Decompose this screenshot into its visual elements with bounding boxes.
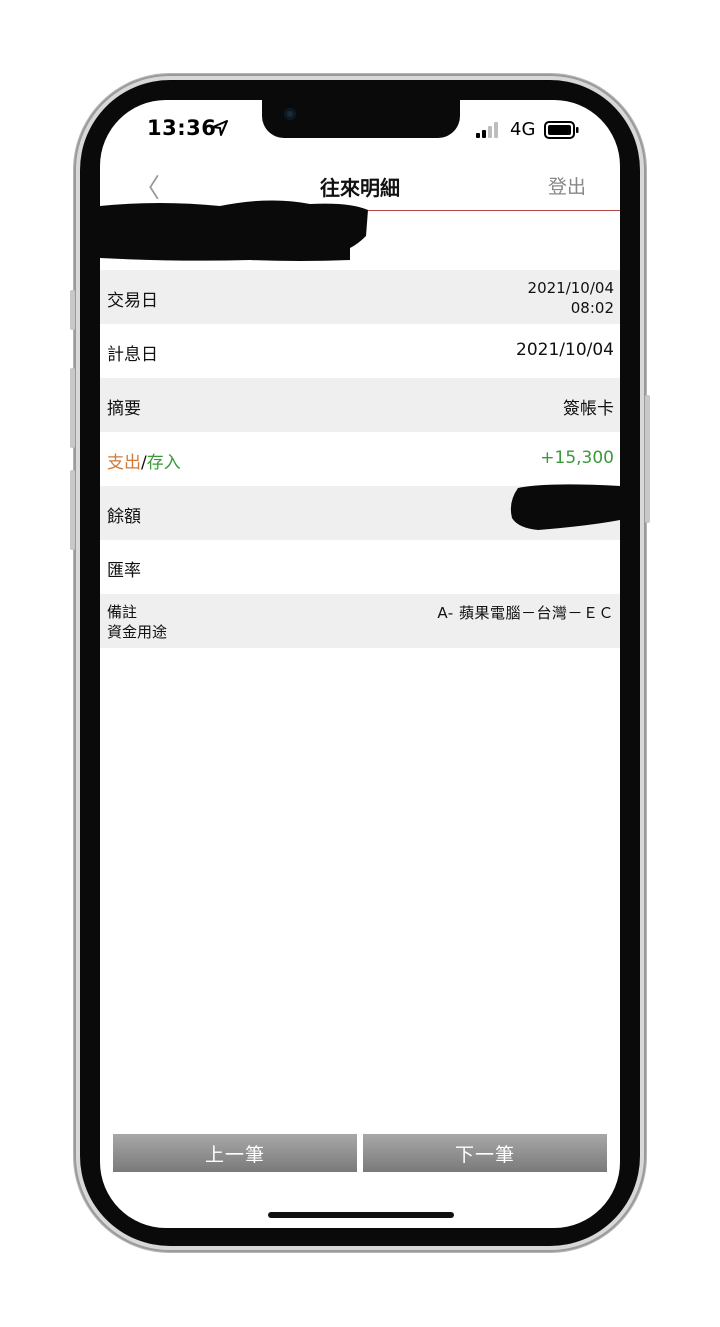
redaction-mark: [510, 484, 620, 530]
exchange-rate-label: 匯率: [107, 561, 141, 581]
balance-label: 餘額: [107, 507, 141, 527]
deposit-label: 存入: [146, 453, 181, 473]
row-exchange-rate: 匯率: [100, 540, 620, 594]
summary-label: 摘要: [107, 399, 141, 419]
direction-label: 支出/存入: [107, 448, 181, 473]
row-trade-date: 交易日 2021/10/04 08:02: [100, 270, 620, 324]
volume-down-button: [70, 470, 75, 550]
summary-value: 簽帳卡: [563, 399, 614, 419]
network-label: 4G: [510, 119, 536, 140]
row-amount: 支出/存入 +15,300: [100, 432, 620, 486]
trade-time: 08:02: [570, 299, 614, 317]
detail-list: 交易日 2021/10/04 08:02 計息日 2021/10/04 摘要 簽…: [100, 270, 620, 648]
next-record-button[interactable]: 下一筆: [363, 1134, 607, 1172]
row-balance: 餘額: [100, 484, 620, 540]
status-time: 13:36: [147, 116, 217, 140]
note-label: 備註: [107, 603, 138, 621]
previous-record-button[interactable]: 上一筆: [113, 1134, 357, 1172]
row-note: 備註 資金用途 A- 蘋果電腦－台灣－ＥＣ: [100, 594, 620, 648]
row-summary: 摘要 簽帳卡: [100, 378, 620, 432]
battery-icon: [544, 121, 579, 139]
silent-switch: [70, 290, 75, 330]
logout-button[interactable]: 登出: [548, 172, 586, 199]
location-arrow-icon: [212, 120, 228, 136]
signal-bars-icon: [476, 122, 498, 138]
trade-date-value: 2021/10/04 08:02: [528, 278, 614, 318]
note-value: A- 蘋果電腦－台灣－ＥＣ: [437, 604, 614, 622]
trade-date: 2021/10/04: [527, 279, 614, 297]
volume-up-button: [70, 368, 75, 448]
redaction-mark: [100, 200, 368, 261]
home-indicator[interactable]: [268, 1212, 454, 1218]
withdraw-label: 支出: [107, 453, 141, 473]
row-value-date: 計息日 2021/10/04: [100, 324, 620, 378]
trade-date-label: 交易日: [107, 291, 158, 311]
power-button: [645, 395, 650, 523]
phone-screen: 13:36 4G 〈 往來明細 登出 交易日 2021/10/04 08:02: [100, 100, 620, 1228]
value-date-value: 2021/10/04: [516, 340, 614, 360]
camera: [284, 108, 296, 120]
note-labels: 備註 資金用途: [107, 602, 167, 642]
value-date-label: 計息日: [107, 345, 158, 365]
amount-value: +15,300: [540, 448, 614, 468]
purpose-label: 資金用途: [107, 623, 168, 641]
